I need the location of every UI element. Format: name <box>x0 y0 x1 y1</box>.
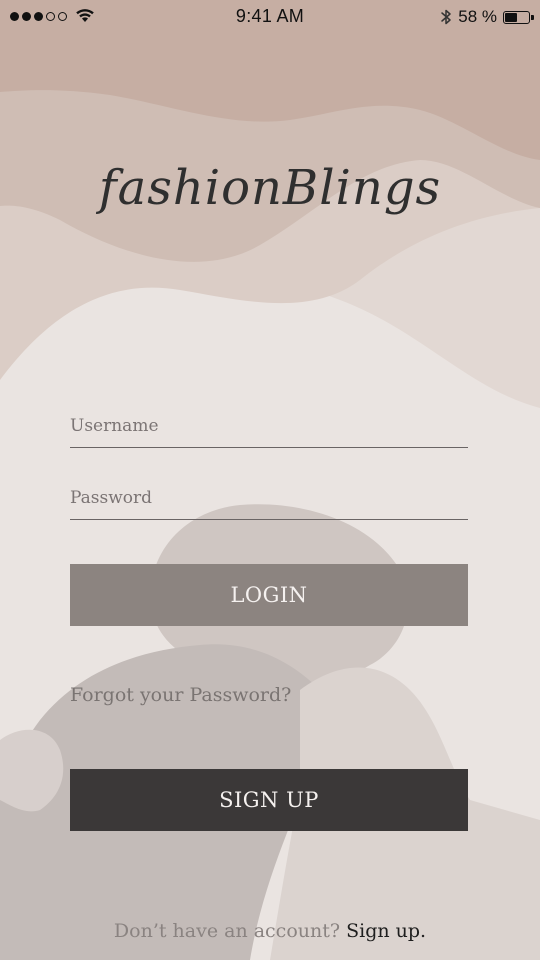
battery-percent: 58 % <box>458 7 497 26</box>
app-logo: fashionBlings <box>98 160 442 216</box>
status-bar: 9:41 AM 58 % <box>0 0 540 36</box>
username-input[interactable] <box>70 404 468 447</box>
signup-prompt: Don’t have an account? Sign up. <box>0 920 540 942</box>
signup-prompt-text: Don’t have an account? <box>113 920 341 942</box>
password-input[interactable] <box>70 476 468 519</box>
signup-button[interactable]: SIGN UP <box>70 769 468 831</box>
status-right: 58 % <box>440 7 534 27</box>
bluetooth-icon <box>441 9 451 25</box>
username-field[interactable] <box>70 404 468 448</box>
login-button[interactable]: LOGIN <box>70 564 468 626</box>
signup-link[interactable]: Sign up <box>346 920 420 942</box>
battery-icon <box>503 10 534 24</box>
password-field[interactable] <box>70 476 468 520</box>
forgot-password-link[interactable]: Forgot your Password? <box>70 684 291 706</box>
battery-level <box>505 12 517 22</box>
signup-prompt-period: . <box>420 920 427 942</box>
